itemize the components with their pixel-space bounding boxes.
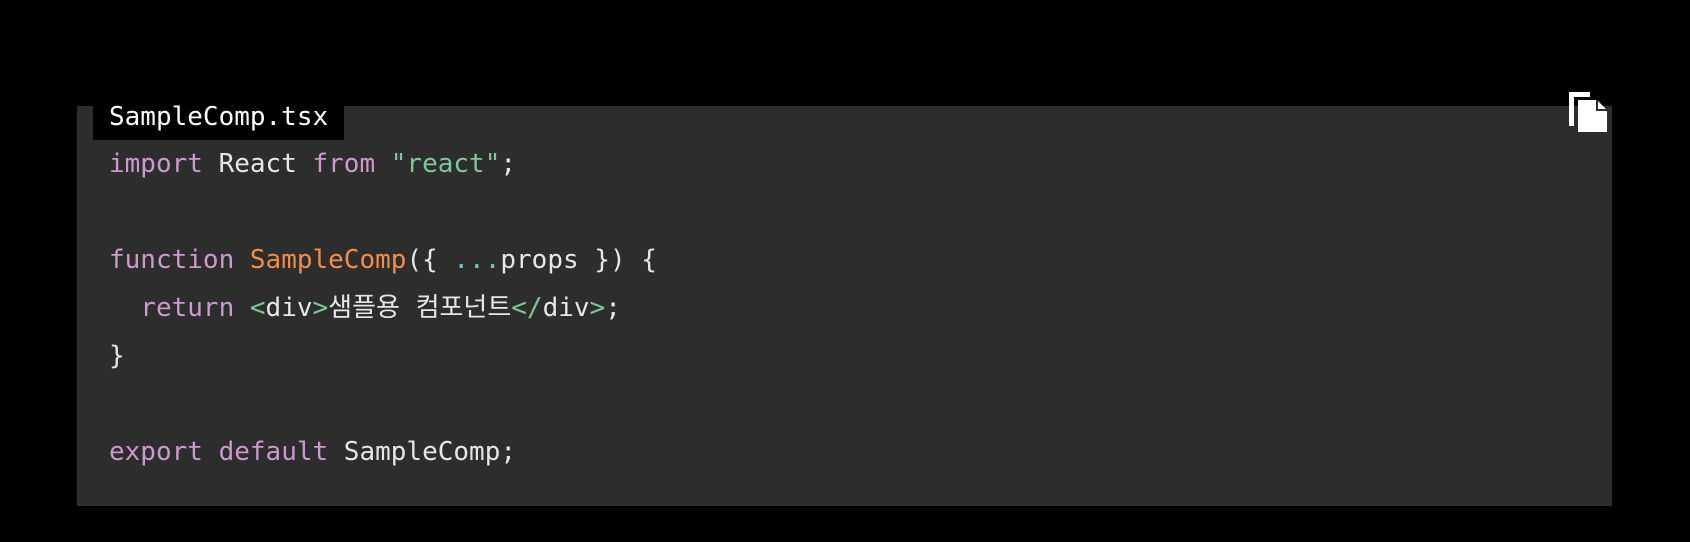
punctuation-token: ; [605, 293, 621, 323]
spread-operator-token: ... [453, 245, 501, 275]
tag-bracket-token: </ [511, 293, 543, 323]
code-line: function SampleComp({ ...props }) { [109, 236, 657, 284]
tag-bracket-token: < [249, 293, 266, 323]
punctuation-token: ; [500, 149, 517, 179]
indent-token [109, 293, 140, 323]
function-name-token: SampleComp [249, 245, 407, 275]
plain-token: React [202, 149, 313, 179]
code-line: import React from "react"; [109, 140, 657, 188]
file-name-tab: SampleComp.tsx [93, 96, 345, 140]
jsx-text-token: 샘플용 컴포넌트 [328, 293, 512, 323]
brace-token: } [109, 341, 125, 371]
keyword-token: from [312, 149, 376, 179]
tag-name-token: div [542, 293, 590, 323]
code-line: export default SampleComp; [109, 428, 657, 476]
copy-button[interactable] [1566, 86, 1610, 134]
tag-bracket-token: > [589, 293, 606, 323]
keyword-token: export [109, 437, 203, 467]
string-token: "react" [390, 149, 501, 179]
keyword-token: return [140, 293, 235, 323]
plain-token: props }) { [500, 245, 657, 275]
file-name: SampleComp.tsx [109, 102, 329, 132]
code-line: } [109, 332, 657, 380]
plain-token: SampleComp [328, 437, 501, 467]
tag-name-token: div [265, 293, 313, 323]
code-line: return <div>샘플용 컴포넌트</div>; [109, 284, 657, 332]
keyword-token: default [218, 437, 329, 467]
keyword-token: function [109, 245, 235, 275]
punctuation-token: ; [500, 437, 516, 467]
punctuation-token: ({ [406, 245, 454, 275]
keyword-token: import [109, 149, 203, 179]
tag-bracket-token: > [312, 293, 329, 323]
copy-icon [1569, 92, 1607, 132]
code-content: import React from "react"; function Sampl… [109, 140, 657, 476]
